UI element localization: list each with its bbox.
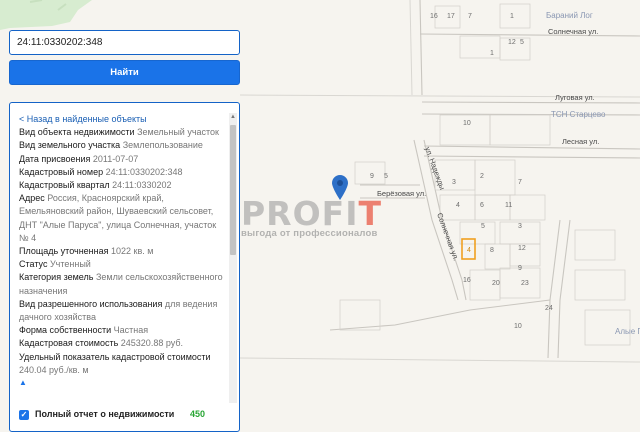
- parcel-num: 4: [456, 202, 460, 209]
- back-to-results-link[interactable]: < Назад в найденные объекты: [19, 113, 224, 126]
- collapse-arrow-icon[interactable]: ▲: [19, 377, 224, 389]
- parcel-num: 8: [490, 247, 494, 254]
- info-value: Земельный участок: [137, 127, 219, 138]
- info-label: Вид земельного участка: [19, 140, 121, 151]
- parcel-num: 5: [520, 39, 524, 46]
- scrollbar-thumb[interactable]: [230, 125, 236, 255]
- info-label: Кадастровая стоимость: [19, 338, 119, 349]
- full-report-label: Полный отчет о недвижимости: [35, 409, 175, 419]
- street-label: Берёзовая ул.: [377, 189, 426, 198]
- info-label: Категория земель: [19, 272, 94, 283]
- parcel-num: 5: [384, 173, 388, 180]
- parcel-num: 17: [447, 13, 455, 20]
- parcel-num: 1: [490, 50, 494, 57]
- find-button[interactable]: Найти: [9, 60, 240, 85]
- parcel-num: 6: [480, 202, 484, 209]
- parcel-num: 12: [508, 39, 516, 46]
- info-row-area: Площадь уточненная 1022 кв. м: [19, 245, 224, 258]
- info-value: 2011-07-07: [92, 153, 139, 164]
- info-row-unit-value: Удельный показатель кадастровой стоимост…: [19, 351, 224, 377]
- info-value: Россия, Красноярский край, Емельяновский…: [19, 193, 217, 243]
- info-value: 24:11:0330202: [112, 180, 172, 191]
- info-label: Вид объекта недвижимости: [19, 127, 135, 138]
- info-value: 245320.88 руб.: [120, 338, 183, 349]
- parcel-num: 24: [545, 305, 553, 312]
- info-label: Адрес: [19, 193, 45, 204]
- info-row-ownership: Форма собственности Частная: [19, 324, 224, 337]
- parcel-num: 12: [518, 245, 526, 252]
- info-row-address: Адрес Россия, Красноярский край, Емельян…: [19, 192, 224, 245]
- parcel-num: 4: [467, 247, 471, 254]
- info-label: Дата присвоения: [19, 153, 91, 164]
- info-label: Кадастровый квартал: [19, 180, 110, 191]
- info-row-date: Дата присвоения 2011-07-07: [19, 153, 224, 166]
- scroll-up-arrow-icon[interactable]: ▲: [229, 113, 237, 121]
- parcel-num: 10: [463, 120, 471, 127]
- info-row-status: Статус Учтенный: [19, 258, 224, 271]
- info-label: Удельный показатель кадастровой стоимост…: [19, 351, 211, 362]
- info-row-cadastral-block: Кадастровый квартал 24:11:0330202: [19, 179, 224, 192]
- street-label: Лесная ул.: [562, 137, 599, 146]
- info-label: Кадастровый номер: [19, 166, 104, 177]
- place-label: ТСН Старцево: [551, 110, 606, 119]
- panel-scrollbar[interactable]: ▲: [229, 113, 237, 403]
- info-value: 1022 кв. м: [111, 246, 154, 257]
- street-label: Солнечная ул.: [548, 27, 598, 36]
- parcel-num: 10: [514, 323, 522, 330]
- info-value: 24:11:0330202:348: [105, 166, 183, 177]
- parcel-num: 2: [480, 173, 484, 180]
- info-value: Учтенный: [49, 259, 91, 270]
- parcel-num: 3: [452, 179, 456, 186]
- info-row-land-type: Вид земельного участка Землепользование: [19, 139, 224, 152]
- parcel-num: 23: [521, 280, 529, 287]
- parcel-num: 11: [505, 202, 512, 209]
- info-label: Вид разрешенного использования: [19, 298, 163, 309]
- parcel-num: 1: [510, 13, 514, 20]
- place-label: Бараний Лог: [546, 11, 593, 20]
- info-row-object-type: Вид объекта недвижимости Земельный участ…: [19, 126, 224, 139]
- info-row-permitted-use: Вид разрешенного использования для веден…: [19, 298, 224, 324]
- parcel-num: 20: [492, 280, 500, 287]
- street-label: Луговая ул.: [555, 93, 595, 102]
- cadastral-search-input[interactable]: [9, 30, 240, 55]
- info-label: Форма собственности: [19, 325, 112, 336]
- object-info-content: < Назад в найденные объекты Вид объекта …: [19, 113, 224, 389]
- parcel-num: 7: [518, 179, 522, 186]
- parcel-num: 5: [481, 223, 485, 230]
- info-value: Землепользование: [122, 140, 203, 151]
- location-pin-icon[interactable]: [332, 175, 348, 200]
- full-report-price: 450: [190, 409, 206, 419]
- parcel-num: 16: [430, 13, 438, 20]
- parcel-num: 3: [518, 223, 522, 230]
- object-info-panel: < Назад в найденные объекты Вид объекта …: [9, 102, 240, 432]
- parcel-num: 16: [463, 277, 471, 284]
- info-label: Статус: [19, 259, 48, 270]
- info-row-cadastral-value: Кадастровая стоимость 245320.88 руб.: [19, 337, 224, 350]
- info-row-cadastral-number: Кадастровый номер 24:11:0330202:348: [19, 166, 224, 179]
- full-report-checkbox[interactable]: ✓: [19, 410, 29, 420]
- info-value: Частная: [113, 325, 149, 336]
- info-label: Площадь уточненная: [19, 246, 109, 257]
- parcel-num: 9: [518, 265, 522, 272]
- parcel-num: 7: [468, 13, 472, 20]
- info-row-land-category: Категория земель Земли сельскохозяйствен…: [19, 271, 224, 297]
- place-label: Алые Г: [615, 327, 640, 336]
- full-report-option[interactable]: ✓ Полный отчет о недвижимости 450: [10, 404, 239, 424]
- parcel-num: 9: [370, 173, 374, 180]
- info-value: 240.04 руб./кв. м: [19, 364, 89, 375]
